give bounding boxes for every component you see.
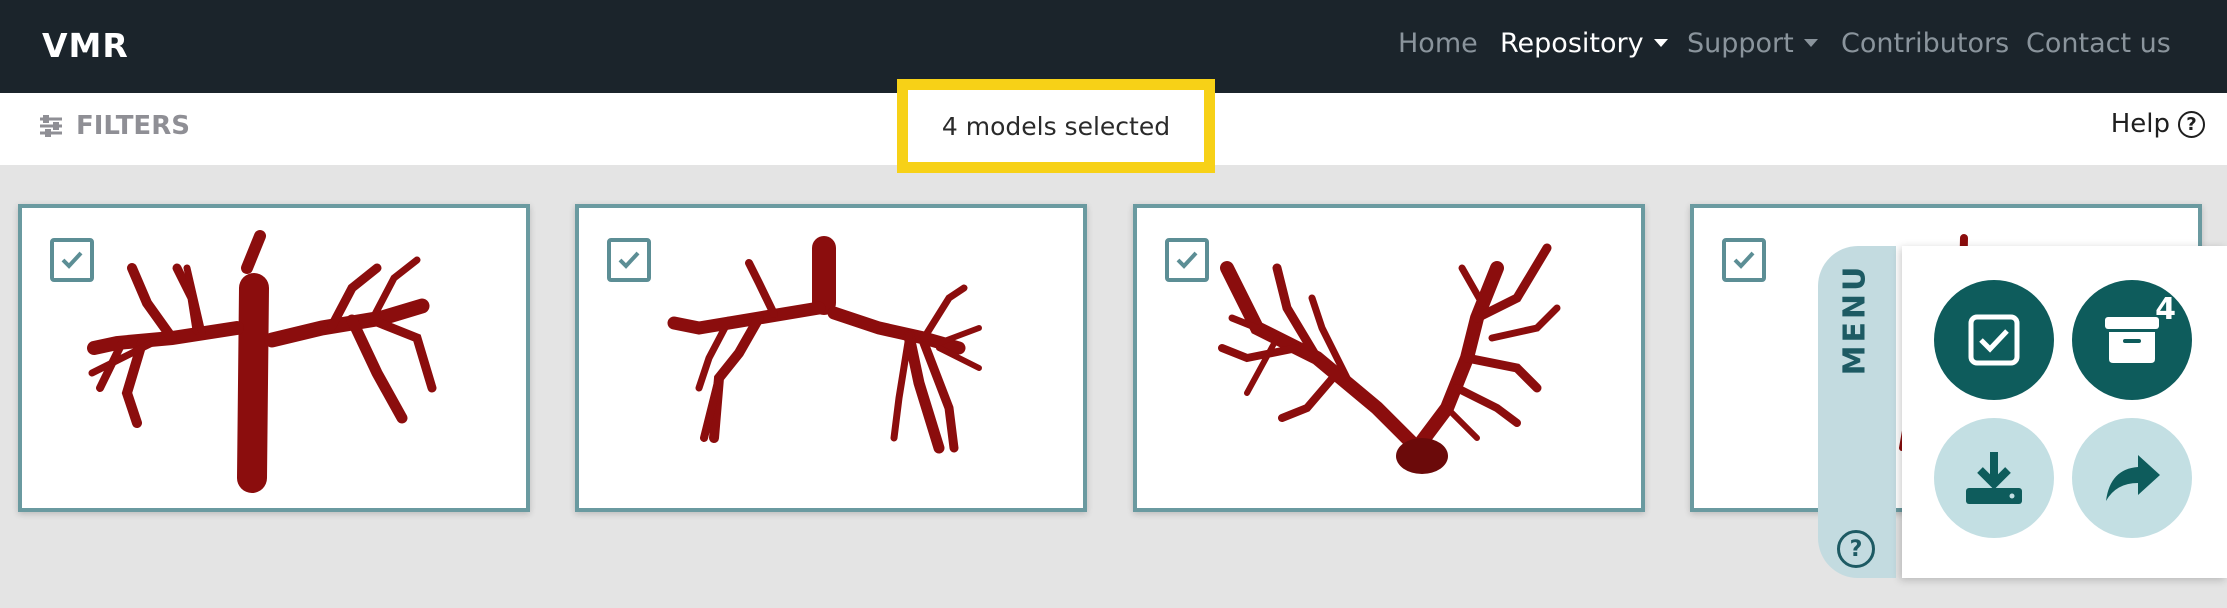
vessel-model-image xyxy=(87,230,437,493)
checkmark-icon xyxy=(1733,251,1755,269)
select-checkbox[interactable] xyxy=(1165,238,1209,282)
vessel-model-image xyxy=(1218,243,1561,474)
question-circle-icon: ? xyxy=(2178,110,2205,138)
share-button[interactable] xyxy=(2072,418,2192,538)
model-card[interactable] xyxy=(1133,204,1645,512)
download-icon xyxy=(1966,452,2022,504)
model-card[interactable] xyxy=(18,204,530,512)
archive-count-badge: 4 xyxy=(2155,292,2176,327)
select-checkbox[interactable] xyxy=(50,238,94,282)
filters-button[interactable]: FILTERS xyxy=(38,111,190,141)
checkmark-icon xyxy=(61,251,83,269)
select-checkbox[interactable] xyxy=(607,238,651,282)
checkmark-icon xyxy=(618,251,640,269)
chevron-down-icon xyxy=(1653,38,1668,47)
archive-button[interactable]: 4 xyxy=(2072,280,2192,400)
menu-label: MENU xyxy=(1837,263,1873,375)
chevron-down-icon xyxy=(1803,38,1818,47)
filters-label: FILTERS xyxy=(76,111,190,141)
vessel-model-image xyxy=(667,236,982,454)
nav-repository[interactable]: Repository xyxy=(1500,28,1668,59)
checkbox-icon xyxy=(1968,314,2020,366)
menu-panel: 4 xyxy=(1902,246,2227,578)
share-arrow-icon xyxy=(2106,455,2160,501)
select-checkbox[interactable] xyxy=(1722,238,1766,282)
brand-logo[interactable]: VMR xyxy=(42,26,129,65)
select-all-button[interactable] xyxy=(1934,280,2054,400)
help-label: Help xyxy=(2110,109,2170,139)
nav-contact-us[interactable]: Contact us xyxy=(2026,28,2171,59)
help-button[interactable]: Help ? xyxy=(2111,109,2205,139)
nav-contributors[interactable]: Contributors xyxy=(1841,28,2009,59)
download-button[interactable] xyxy=(1934,418,2054,538)
nav-repository-label: Repository xyxy=(1500,28,1644,59)
model-card[interactable] xyxy=(575,204,1087,512)
checkmark-icon xyxy=(1176,251,1198,269)
nav-support-label: Support xyxy=(1687,28,1794,59)
menu-label-container: MENU xyxy=(1825,263,1885,375)
question-circle-icon[interactable]: ? xyxy=(1837,530,1875,568)
selection-status: 4 models selected xyxy=(897,79,1215,173)
nav-home[interactable]: Home xyxy=(1398,28,1478,59)
sliders-icon xyxy=(40,115,62,137)
nav-support[interactable]: Support xyxy=(1687,28,1818,59)
archive-box-icon xyxy=(2105,317,2159,363)
